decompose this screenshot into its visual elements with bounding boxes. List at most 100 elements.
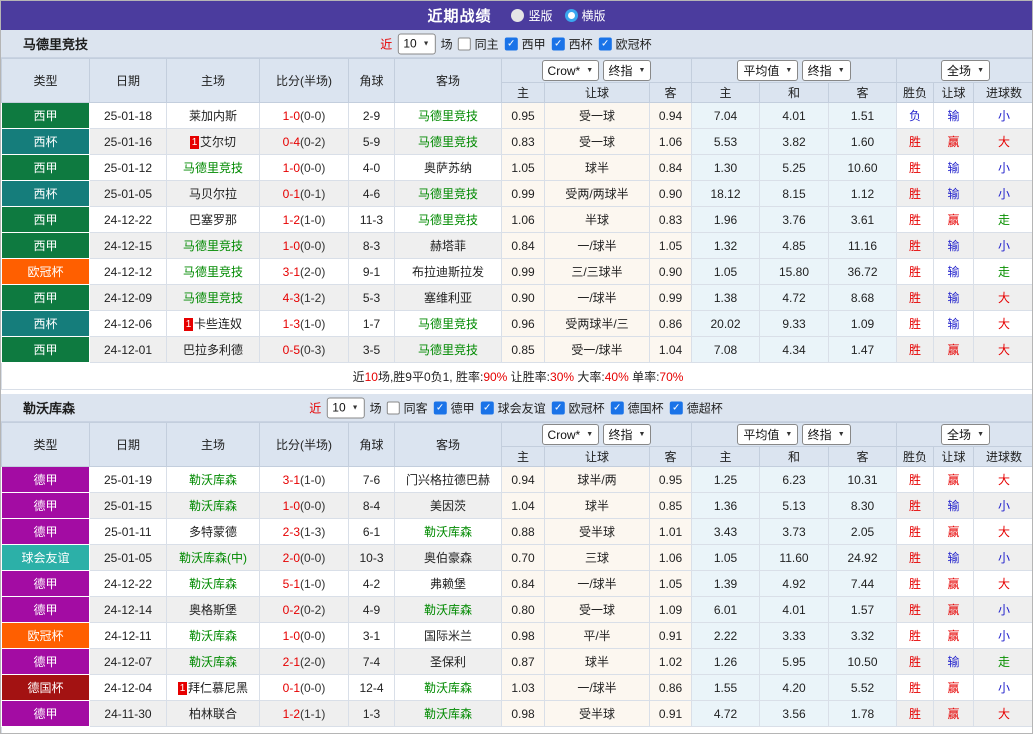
away-team-link[interactable]: 勒沃库森 xyxy=(394,700,502,727)
radio-icon[interactable] xyxy=(564,9,578,22)
recent-count-select[interactable]: 10 ▼ xyxy=(326,397,365,418)
recent-count-select[interactable]: 10 ▼ xyxy=(397,33,436,54)
home-team-link[interactable]: 巴塞罗那 xyxy=(166,206,260,233)
venue-filter-checkbox[interactable] xyxy=(386,401,400,414)
odds-stage-select[interactable]: 终指 ▼ xyxy=(602,423,652,445)
home-team-link[interactable]: 多特蒙德 xyxy=(166,518,260,545)
avg-draw-odds: 4.01 xyxy=(759,102,829,129)
home-team-link[interactable]: 1 卡些连奴 xyxy=(166,310,260,337)
league-badge: 德甲 xyxy=(1,518,90,545)
away-team-link[interactable]: 勒沃库森 xyxy=(394,518,502,545)
away-team-link[interactable]: 马德里竞技 xyxy=(394,206,502,233)
scope-select[interactable]: 全场 ▼ xyxy=(941,424,990,445)
home-team-link[interactable]: 莱加内斯 xyxy=(166,102,260,129)
scope-select[interactable]: 全场 ▼ xyxy=(941,60,990,81)
away-team-link[interactable]: 马德里竞技 xyxy=(394,310,502,337)
score-link[interactable]: 1-2(1-1) xyxy=(259,700,349,727)
match-date: 24-12-22 xyxy=(89,570,167,597)
team-text: 圣保利 xyxy=(429,655,466,669)
away-team-link[interactable]: 赫塔菲 xyxy=(394,232,502,259)
radio-icon[interactable] xyxy=(511,9,525,22)
home-team-link[interactable]: 马德里竞技 xyxy=(166,232,260,259)
league-filter-checkbox[interactable]: ✓ xyxy=(480,401,494,414)
home-team-link[interactable]: 柏林联合 xyxy=(166,700,260,727)
home-team-link[interactable]: 勒沃库森 xyxy=(166,466,260,493)
home-team-link[interactable]: 勒沃库森 xyxy=(166,622,260,649)
score-link[interactable]: 2-3(1-3) xyxy=(259,518,349,545)
league-filter-checkbox[interactable]: ✓ xyxy=(598,37,612,50)
away-team-link[interactable]: 布拉迪斯拉发 xyxy=(394,258,502,285)
score-link[interactable]: 3-1(2-0) xyxy=(259,258,349,285)
odds-stage-select[interactable]: 终指 ▼ xyxy=(602,59,652,81)
score-link[interactable]: 1-0(0-0) xyxy=(259,102,349,129)
away-team-link[interactable]: 勒沃库森 xyxy=(394,596,502,623)
away-team-link[interactable]: 塞维利亚 xyxy=(394,284,502,311)
away-team-link[interactable]: 圣保利 xyxy=(394,648,502,675)
score-link[interactable]: 0-2(0-2) xyxy=(259,596,349,623)
score-link[interactable]: 3-1(1-0) xyxy=(259,466,349,493)
score-link[interactable]: 2-1(2-0) xyxy=(259,648,349,675)
score-link[interactable]: 1-0(0-0) xyxy=(259,622,349,649)
away-team-link[interactable]: 弗赖堡 xyxy=(394,570,502,597)
away-team-link[interactable]: 马德里竞技 xyxy=(394,128,502,155)
score-link[interactable]: 5-1(1-0) xyxy=(259,570,349,597)
avg-odds-select[interactable]: 平均值 ▼ xyxy=(737,424,799,445)
halftime-score: (1-1) xyxy=(300,706,326,721)
score-link[interactable]: 0-1(0-1) xyxy=(259,180,349,207)
view-mode-radio-horizontal[interactable]: 横版 xyxy=(564,7,606,24)
away-team-link[interactable]: 马德里竞技 xyxy=(394,102,502,129)
avg-odds-select[interactable]: 平均值 ▼ xyxy=(737,60,799,81)
odds-provider-select[interactable]: Crow* ▼ xyxy=(541,424,600,446)
away-team-link[interactable]: 奥伯豪森 xyxy=(394,544,502,571)
select-value: Crow* xyxy=(547,63,581,78)
away-team-link[interactable]: 勒沃库森 xyxy=(394,674,502,701)
score-link[interactable]: 1-3(1-0) xyxy=(259,310,349,337)
league-filter-checkbox[interactable]: ✓ xyxy=(610,401,624,414)
home-team-link[interactable]: 勒沃库森(中) xyxy=(166,544,260,571)
corners-value: 4-2 xyxy=(348,570,395,597)
home-team-link[interactable]: 马贝尔拉 xyxy=(166,180,260,207)
score-link[interactable]: 1-2(1-0) xyxy=(259,206,349,233)
league-filter-checkbox[interactable]: ✓ xyxy=(433,401,447,414)
view-mode-radio-vertical[interactable]: 竖版 xyxy=(511,7,553,24)
league-filter-checkbox[interactable]: ✓ xyxy=(504,37,518,50)
select-value: 平均值 xyxy=(743,428,780,442)
col-header-home: 主场 xyxy=(166,422,260,467)
venue-filter-checkbox[interactable] xyxy=(457,37,471,50)
home-team-link[interactable]: 马德里竞技 xyxy=(166,284,260,311)
away-team-link[interactable]: 马德里竞技 xyxy=(394,336,502,363)
score-link[interactable]: 4-3(1-2) xyxy=(259,284,349,311)
score-link[interactable]: 1-0(0-0) xyxy=(259,154,349,181)
score-link[interactable]: 1-0(0-0) xyxy=(259,492,349,519)
score-link[interactable]: 0-1(0-0) xyxy=(259,674,349,701)
home-team-link[interactable]: 勒沃库森 xyxy=(166,492,260,519)
home-team-link[interactable]: 巴拉多利德 xyxy=(166,336,260,363)
halftime-score: (0-0) xyxy=(300,160,326,175)
bookmaker-odds-group: Crow* ▼ 终指 ▼ xyxy=(501,58,692,83)
score-link[interactable]: 1-0(0-0) xyxy=(259,232,349,259)
score-link[interactable]: 0-5(0-3) xyxy=(259,336,349,363)
odds-provider-select[interactable]: Crow* ▼ xyxy=(541,60,600,82)
league-filter-checkbox[interactable]: ✓ xyxy=(551,37,565,50)
score-link[interactable]: 2-0(0-0) xyxy=(259,544,349,571)
score-link[interactable]: 0-4(0-2) xyxy=(259,128,349,155)
col-header-home: 主场 xyxy=(166,58,260,103)
away-team-link[interactable]: 国际米兰 xyxy=(394,622,502,649)
home-team-link[interactable]: 1 艾尔切 xyxy=(166,128,260,155)
home-team-link[interactable]: 奥格斯堡 xyxy=(166,596,260,623)
home-team-link[interactable]: 1 拜仁慕尼黑 xyxy=(166,674,260,701)
avg-stage-select[interactable]: 终指 ▼ xyxy=(801,60,851,81)
home-odds: 0.70 xyxy=(501,544,545,571)
away-team-link[interactable]: 美因茨 xyxy=(394,492,502,519)
home-team-link[interactable]: 马德里竞技 xyxy=(166,154,260,181)
home-team-link[interactable]: 勒沃库森 xyxy=(166,648,260,675)
avg-stage-select[interactable]: 终指 ▼ xyxy=(801,424,851,445)
away-team-link[interactable]: 门兴格拉德巴赫 xyxy=(394,466,502,493)
league-filter-checkbox[interactable]: ✓ xyxy=(551,401,565,414)
league-filter-checkbox[interactable]: ✓ xyxy=(669,401,683,414)
corners-value: 7-4 xyxy=(348,648,395,675)
away-team-link[interactable]: 马德里竞技 xyxy=(394,180,502,207)
home-team-link[interactable]: 马德里竞技 xyxy=(166,258,260,285)
home-team-link[interactable]: 勒沃库森 xyxy=(166,570,260,597)
away-team-link[interactable]: 奥萨苏纳 xyxy=(394,154,502,181)
